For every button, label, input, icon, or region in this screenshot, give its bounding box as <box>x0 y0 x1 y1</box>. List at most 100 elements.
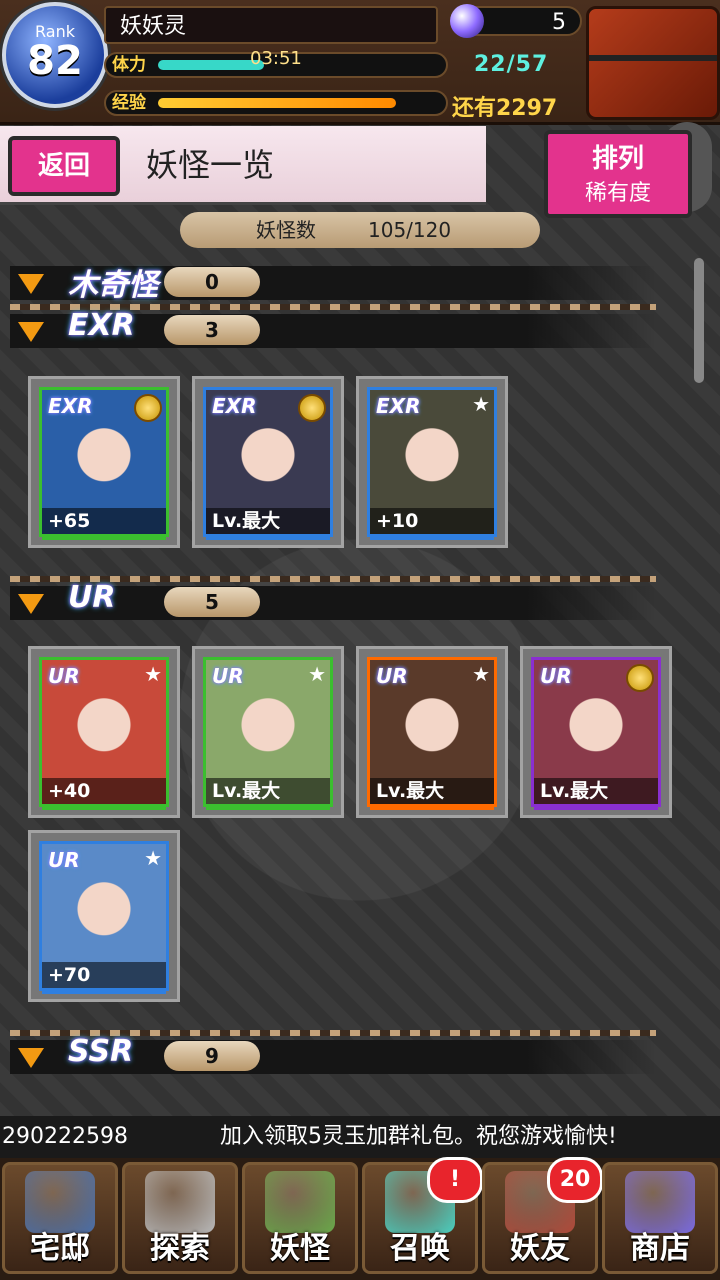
card-frame: UR ★ +70 <box>39 841 169 994</box>
collapse-arrow-icon[interactable] <box>18 274 44 294</box>
card-frame: UR Lv.最大 <box>531 657 661 810</box>
nav-button-3[interactable]: 召唤! <box>362 1157 483 1274</box>
card-rarity-stripe <box>206 804 330 810</box>
monster-card[interactable]: EXR Lv.最大 <box>192 376 344 548</box>
notification-badge: 20 <box>547 1157 603 1203</box>
card-level: Lv.最大 <box>206 778 330 804</box>
monster-count-label: 妖怪数 <box>256 218 316 242</box>
medal-icon <box>298 394 326 422</box>
exp-label: 经验 <box>112 93 146 113</box>
nav-label: 妖友 <box>510 1231 570 1266</box>
page-title: 妖怪一览 <box>146 146 275 184</box>
gem-icon <box>450 4 484 38</box>
card-rarity: UR <box>540 664 572 688</box>
section-count: 9 <box>164 1041 260 1071</box>
card-rarity-stripe <box>42 988 166 994</box>
card-rarity-stripe <box>206 534 330 540</box>
card-rarity: EXR <box>212 394 257 418</box>
nav-label: 探索 <box>150 1231 210 1266</box>
card-frame: EXR Lv.最大 <box>203 387 333 540</box>
bottom-nav: 宅邸 探索 妖怪 召唤! 妖友 20 商店 <box>0 1157 720 1280</box>
star-icon: ★ <box>472 662 490 686</box>
nav-label: 商店 <box>630 1231 690 1266</box>
star-icon: ★ <box>308 662 326 686</box>
card-rarity: UR <box>48 848 80 872</box>
news-ticker: 290222598 加入领取5灵玉加群礼包。祝您游戏愉快! <box>0 1116 720 1158</box>
scrollbar[interactable] <box>694 258 704 383</box>
nav-button-2[interactable]: 妖怪 <box>242 1162 358 1274</box>
card-rarity: EXR <box>48 394 93 418</box>
card-level: Lv.最大 <box>370 778 494 804</box>
section-header[interactable]: 木奇怪 0 <box>10 266 656 303</box>
card-level: +65 <box>42 508 166 534</box>
nav-button-5[interactable]: 商店 <box>602 1162 718 1274</box>
stamina-timer: 03:51 <box>250 48 302 69</box>
section-count: 0 <box>164 267 260 297</box>
back-button[interactable]: 返回 <box>8 136 120 196</box>
card-rarity: UR <box>212 664 244 688</box>
sort-value: 稀有度 <box>584 181 651 206</box>
ticker-message: 加入领取5灵玉加群礼包。祝您游戏愉快! <box>220 1124 617 1149</box>
group-id: 290222598 <box>2 1124 128 1149</box>
collapse-arrow-icon[interactable] <box>18 1048 44 1068</box>
collapse-arrow-icon[interactable] <box>18 594 44 614</box>
star-icon: ★ <box>144 662 162 686</box>
card-level: +10 <box>370 508 494 534</box>
sort-label: 排列 <box>591 144 644 174</box>
card-rarity-stripe <box>42 804 166 810</box>
section-header[interactable]: SSR 9 <box>10 1034 656 1074</box>
card-level: Lv.最大 <box>534 778 658 804</box>
card-frame: EXR ★ +10 <box>367 387 497 540</box>
monster-card[interactable]: UR Lv.最大 <box>520 646 672 818</box>
card-rarity-stripe <box>42 534 166 540</box>
stamina-bar: 体力 03:51 <box>104 48 448 78</box>
card-frame: UR ★ +40 <box>39 657 169 810</box>
exp-fill <box>158 98 396 108</box>
exp-remaining: 还有2297 <box>452 96 558 121</box>
card-rarity-stripe <box>370 804 494 810</box>
section-rarity: 木奇怪 <box>68 268 158 303</box>
player-name: 妖妖灵 <box>104 6 438 44</box>
medal-icon <box>134 394 162 422</box>
nav-button-1[interactable]: 探索 <box>122 1162 238 1274</box>
medal-icon <box>626 664 654 692</box>
section-header[interactable]: UR 5 <box>10 580 656 620</box>
card-level: +70 <box>42 962 166 988</box>
nav-label: 妖怪 <box>270 1231 330 1266</box>
section-rarity: EXR <box>68 308 135 343</box>
card-level: Lv.最大 <box>206 508 330 534</box>
card-rarity: EXR <box>376 394 421 418</box>
collapse-arrow-icon[interactable] <box>18 322 44 342</box>
nav-label: 召唤 <box>390 1231 450 1266</box>
rank-badge: Rank 82 <box>2 2 108 108</box>
section-count: 3 <box>164 315 260 345</box>
gift-box-icon[interactable] <box>586 6 720 120</box>
card-level: +40 <box>42 778 166 804</box>
card-rarity: UR <box>48 664 80 688</box>
monster-card[interactable]: UR ★ Lv.最大 <box>356 646 508 818</box>
star-icon: ★ <box>144 846 162 870</box>
monster-card[interactable]: EXR +65 <box>28 376 180 548</box>
card-rarity: UR <box>376 664 408 688</box>
card-frame: UR ★ Lv.最大 <box>203 657 333 810</box>
section-count: 5 <box>164 587 260 617</box>
stamina-fill <box>158 60 265 70</box>
monster-card[interactable]: UR ★ +40 <box>28 646 180 818</box>
sort-button[interactable]: 排列 稀有度 <box>544 130 692 218</box>
rank-value: 82 <box>27 38 83 84</box>
nav-button-0[interactable]: 宅邸 <box>2 1162 118 1274</box>
star-icon: ★ <box>472 392 490 416</box>
monster-count-value: 105/120 <box>368 218 452 242</box>
section-rarity: UR <box>68 580 116 615</box>
card-rarity-stripe <box>534 804 658 810</box>
monster-count: 妖怪数 105/120 <box>180 212 540 248</box>
section-header[interactable]: EXR 3 <box>10 308 656 348</box>
stamina-label: 体力 <box>112 55 146 75</box>
card-frame: UR ★ Lv.最大 <box>367 657 497 810</box>
notification-badge: ! <box>427 1157 483 1203</box>
monster-card[interactable]: UR ★ +70 <box>28 830 180 1002</box>
monster-card[interactable]: EXR ★ +10 <box>356 376 508 548</box>
nav-button-4[interactable]: 妖友 20 <box>482 1157 603 1274</box>
monster-card[interactable]: UR ★ Lv.最大 <box>192 646 344 818</box>
stamina-value: 22/57 <box>474 52 549 77</box>
